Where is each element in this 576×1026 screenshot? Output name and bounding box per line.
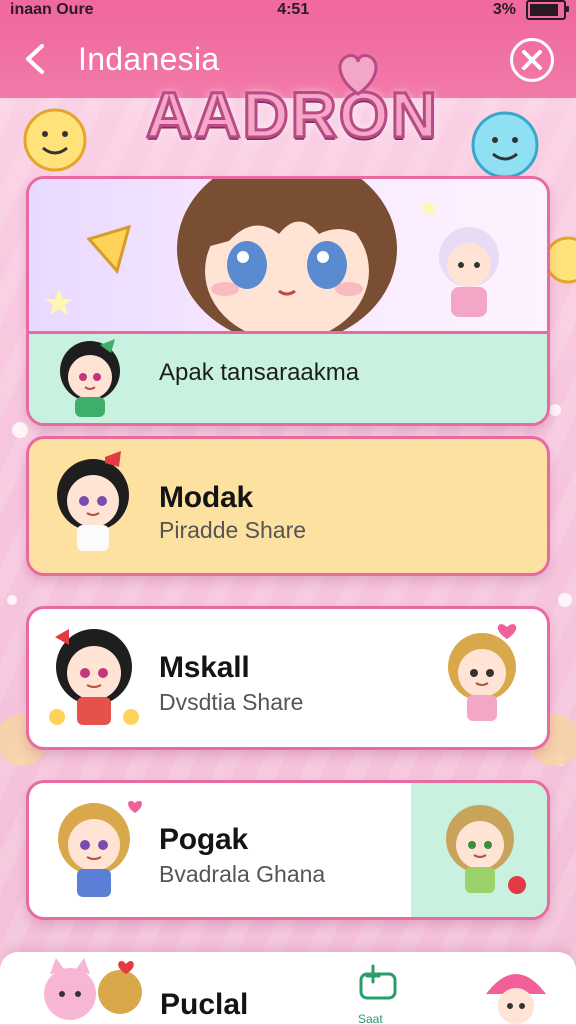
chibi-character-icon <box>446 805 526 894</box>
list-item[interactable]: Modak Piradde Share <box>26 436 550 576</box>
battery-fill <box>529 4 558 16</box>
heart-icon <box>338 54 378 96</box>
battery-icon <box>525 0 569 20</box>
item-subtitle: Bvadrala Ghana <box>159 861 326 887</box>
item-title: Modak <box>159 481 254 514</box>
close-circle-icon <box>522 50 542 70</box>
avatar-icon <box>60 339 120 417</box>
hero-subtitle: Apak tansaraakma <box>159 359 360 386</box>
list-item[interactable]: Mskall Dvsdtia Share <box>26 606 550 750</box>
close-button[interactable] <box>510 38 554 82</box>
chibi-character-icon <box>486 974 546 1024</box>
chevron-left-icon <box>26 44 44 74</box>
carrier-text: inaan Oure <box>10 1 94 18</box>
anime-girl-illustration <box>45 179 499 344</box>
status-bar: inaan Oure 4:51 3% <box>0 0 576 20</box>
item-title: Mskall <box>159 651 250 684</box>
bottom-sheet-action[interactable] <box>355 962 403 1002</box>
avatar-icon <box>58 800 142 897</box>
cat-character-icon <box>44 958 142 1020</box>
thumbs-up-icon <box>359 964 397 1000</box>
chibi-character-icon <box>448 624 517 721</box>
logo-text: AADRON <box>145 78 439 153</box>
back-button[interactable] <box>18 42 52 76</box>
item-subtitle: Dvsdtia Share <box>159 689 304 715</box>
bottom-sheet-title: Puclal <box>160 988 249 1021</box>
hero-card[interactable]: Apak tansaraakma <box>26 176 550 426</box>
hero-banner <box>29 179 547 344</box>
status-icons: 3% <box>492 0 569 20</box>
battery-percent: 3% <box>492 1 516 18</box>
app-logo: AADRON <box>138 38 438 178</box>
status-time: 4:51 <box>277 1 310 18</box>
avatar-icon <box>49 629 139 725</box>
item-title: Pogak <box>159 823 249 856</box>
list-item[interactable]: Pogak Bvadrala Ghana <box>26 780 550 920</box>
item-subtitle: Piradde Share <box>159 517 307 543</box>
avatar-icon <box>57 451 129 551</box>
